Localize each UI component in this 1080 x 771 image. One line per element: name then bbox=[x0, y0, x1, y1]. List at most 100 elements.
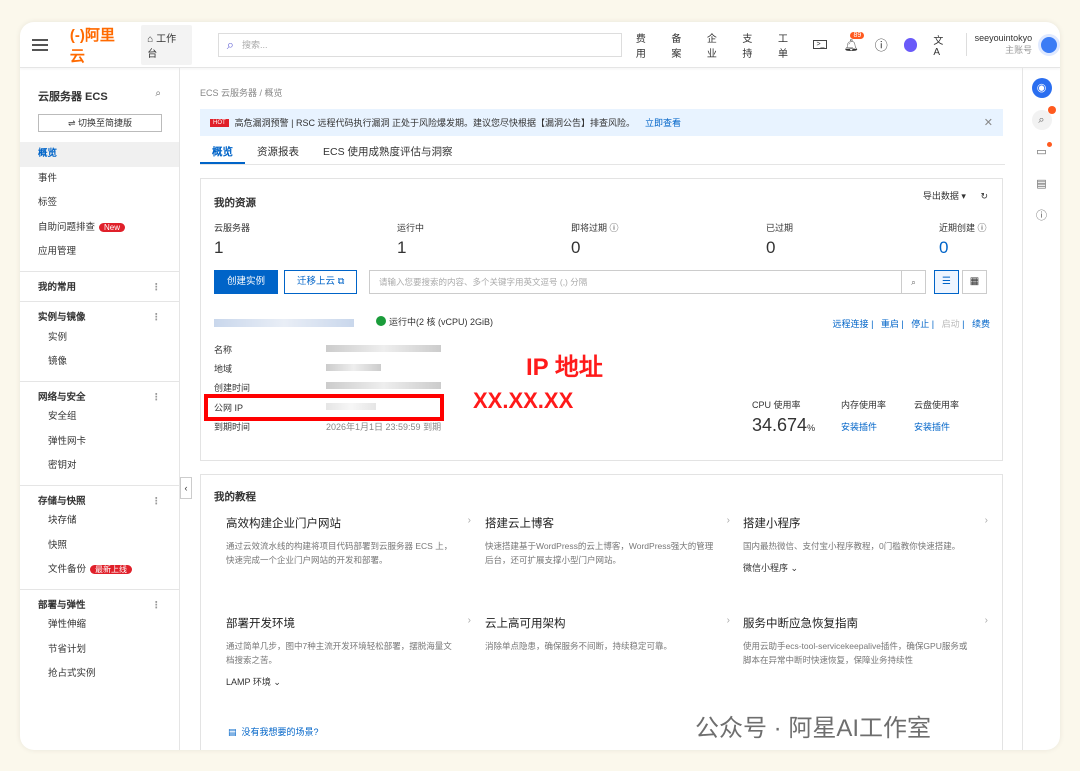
restart-link[interactable]: 重启 bbox=[881, 319, 899, 329]
search-icon[interactable]: ⌕ bbox=[1031, 106, 1056, 130]
tutorial-card[interactable]: 云上高可用架构 › 消除单点隐患，确保服务不间断，持续稳定可靠。 bbox=[485, 615, 745, 653]
install-plugin-link[interactable]: 安装插件 bbox=[841, 420, 886, 433]
help-icon[interactable]: ⓘ bbox=[1032, 206, 1052, 226]
close-icon[interactable]: ✕ bbox=[984, 116, 993, 129]
sidebar-item[interactable]: 部署与弹性 ⋮ bbox=[20, 588, 179, 614]
sidebar-item[interactable]: 自助问题排查 New bbox=[20, 216, 179, 241]
stat-expiring[interactable]: 即将过期 ⓘ 0 bbox=[571, 221, 619, 258]
create-instance-button[interactable]: 创建实例 bbox=[214, 270, 279, 294]
stat-expired[interactable]: 已过期 0 bbox=[766, 221, 793, 258]
aliyun-logo[interactable]: (-)阿里云 bbox=[70, 24, 129, 66]
tutorial-card[interactable]: 高效构建企业门户网站 › 通过云效流水线的构建将项目代码部署到云服务器 ECS 上，… bbox=[226, 515, 486, 567]
alert-link[interactable]: 立即查看 bbox=[645, 116, 681, 129]
switch-simple-button[interactable]: ⇌ 切换至简捷版 bbox=[38, 114, 162, 132]
sidebar-item-label: 节省计划 bbox=[48, 643, 87, 655]
sidebar-item[interactable]: 实例 bbox=[20, 326, 179, 351]
install-plugin-link[interactable]: 安装插件 bbox=[914, 420, 959, 433]
stat-running[interactable]: 运行中 1 bbox=[397, 221, 424, 258]
workbench-button[interactable]: ⌂ 工作台 bbox=[141, 24, 192, 65]
sidebar-item[interactable]: 概览 bbox=[20, 142, 179, 167]
sidebar-item[interactable]: 事件 bbox=[20, 167, 179, 192]
language-icon[interactable]: 文A bbox=[933, 32, 949, 58]
instance-search-input[interactable]: 请输入您要搜索的内容、多个关键字用英文逗号 (,) 分隔 ⌕ bbox=[369, 270, 926, 294]
list-icon[interactable]: ▤ bbox=[1032, 174, 1052, 194]
annotation-title: IP 地址 bbox=[526, 354, 603, 381]
bell-icon[interactable]: 🔔︎ 89 bbox=[843, 31, 865, 52]
breadcrumb: ECS 云服务器 / 概览 bbox=[200, 88, 283, 98]
terminal-icon[interactable]: >_ bbox=[813, 40, 828, 49]
instance-id-redacted[interactable] bbox=[214, 319, 354, 327]
sidebar-item[interactable]: 存储与快照 ⋮ bbox=[20, 484, 179, 510]
stop-link[interactable]: 停止 bbox=[911, 319, 929, 329]
stat-label: 云服务器 bbox=[214, 223, 251, 233]
tutorial-card[interactable]: 搭建云上博客 › 快速搭建基于WordPress的云上博客，WordPress强大的… bbox=[485, 515, 745, 567]
book-icon[interactable]: ▭ bbox=[1032, 142, 1052, 162]
tab-maturity[interactable]: ECS 使用成熟度评估与洞察 bbox=[311, 142, 465, 164]
global-search-input[interactable]: ⌕ 搜索... bbox=[217, 32, 622, 57]
export-button[interactable]: 导出数据 ▾ ↻ bbox=[923, 189, 988, 202]
migrate-button[interactable]: 迁移上云 ⧉ bbox=[284, 270, 358, 294]
remote-connect-link[interactable]: 远程连接 bbox=[833, 319, 869, 329]
user-menu[interactable]: seeyouintokyo 主账号 bbox=[965, 33, 1033, 56]
sidebar-item-label: 应用管理 bbox=[38, 246, 77, 257]
my-resources-card: 我的资源 导出数据 ▾ ↻ 云服务器 1 运行中 1 即将过期 ⓘ 0 已过期 0 近期… bbox=[200, 178, 1003, 461]
refresh-icon[interactable]: ↻ bbox=[980, 191, 988, 201]
sidebar-item[interactable]: 标签 bbox=[20, 191, 179, 216]
sidebar-item[interactable]: 文件备份 最新上线 bbox=[20, 558, 179, 583]
stat-label: 近期创建 ⓘ bbox=[939, 223, 987, 233]
search-placeholder: 请输入您要搜索的内容、多个关键字用英文逗号 (,) 分隔 bbox=[379, 277, 588, 287]
renew-link[interactable]: 续费 bbox=[972, 319, 990, 329]
tutorial-card[interactable]: 服务中断应急恢复指南 › 使用云助手ecs-tool-servicekeepaliv… bbox=[743, 615, 1003, 667]
assistant-robot-icon[interactable]: ◉ bbox=[1031, 78, 1052, 98]
grid-view-icon[interactable]: ▦ bbox=[962, 270, 987, 294]
nav-enterprise[interactable]: 企业 bbox=[707, 30, 727, 60]
help-icon[interactable]: ⓘ bbox=[875, 35, 888, 54]
sidebar-item[interactable]: 密钥对 bbox=[20, 454, 179, 479]
cpu-unit: % bbox=[807, 423, 816, 433]
sidebar-item-label: 标签 bbox=[38, 197, 58, 208]
sidebar-item[interactable]: 实例与镜像 ⋮ bbox=[20, 301, 179, 326]
stat-recent[interactable]: 近期创建 ⓘ 0 bbox=[939, 221, 987, 258]
stat-total[interactable]: 云服务器 1 bbox=[214, 221, 250, 258]
sidebar-item[interactable]: 块存储 bbox=[20, 509, 179, 534]
sidebar-item[interactable]: 应用管理 bbox=[20, 240, 179, 265]
workbench-label: 工作台 bbox=[147, 33, 177, 60]
search-placeholder: 搜索... bbox=[241, 40, 268, 50]
tutorial-option-dropdown[interactable]: LAMP 环境 ⌄ bbox=[226, 675, 486, 688]
start-link[interactable]: 启动 bbox=[942, 319, 960, 329]
username: seeyouintokyo bbox=[974, 33, 1033, 43]
sidebar-item[interactable]: 抢占式实例 bbox=[20, 662, 179, 687]
tab-overview[interactable]: 概览 bbox=[200, 142, 245, 164]
chevron-right-icon: › bbox=[726, 515, 730, 526]
tutorial-desc: 使用云助手ecs-tool-servicekeepalive插件，确保GPU服务… bbox=[743, 641, 968, 665]
nav-ticket[interactable]: 工单 bbox=[778, 30, 798, 60]
more-icon[interactable]: ⋮ bbox=[152, 276, 162, 301]
menu-icon[interactable] bbox=[32, 38, 48, 51]
tab-reports[interactable]: 资源报表 bbox=[245, 142, 311, 164]
sidebar-item[interactable]: 快照 bbox=[20, 534, 179, 559]
mem-label: 内存使用率 bbox=[841, 400, 887, 410]
tutorial-option-dropdown[interactable]: 微信小程序 ⌄ bbox=[743, 561, 1003, 574]
ai-assistant-icon[interactable] bbox=[903, 37, 918, 52]
sidebar-search-icon[interactable]: ⌕ bbox=[155, 88, 161, 99]
tutorial-card[interactable]: 部署开发环境 › 通过简单几步，图中7种主流开发环境轻松部署，摆脱海量文档搜索之苦。… bbox=[226, 615, 486, 688]
tutorial-card[interactable]: 搭建小程序 › 国内最热微信、支付宝小程序教程，0门槛教你快速搭建。 微信小程序 ⌄ bbox=[743, 515, 1003, 574]
chevron-right-icon: › bbox=[467, 615, 471, 626]
sidebar-item[interactable]: 我的常用 ⋮ bbox=[20, 270, 179, 296]
sidebar-item[interactable]: 网络与安全 ⋮ bbox=[20, 380, 179, 406]
sidebar-item[interactable]: 弹性伸缩 bbox=[20, 613, 179, 638]
stat-value: 0 bbox=[766, 238, 776, 257]
sidebar-item[interactable]: 安全组 bbox=[20, 405, 179, 430]
sidebar-item[interactable]: 镜像 bbox=[20, 350, 179, 375]
list-view-icon[interactable]: ☰ bbox=[934, 270, 959, 294]
avatar[interactable] bbox=[1038, 33, 1060, 56]
nav-fees[interactable]: 费用 bbox=[636, 30, 656, 60]
sidebar-item[interactable]: 弹性网卡 bbox=[20, 430, 179, 455]
field-created-label: 创建时间 bbox=[214, 383, 251, 393]
search-icon[interactable]: ⌕ bbox=[901, 271, 925, 293]
feedback-link[interactable]: ▤ 没有我想要的场景? bbox=[228, 725, 319, 738]
nav-filing[interactable]: 备案 bbox=[671, 30, 691, 60]
sidebar-item[interactable]: 节省计划 bbox=[20, 638, 179, 663]
collapse-sidebar-button[interactable]: ‹ bbox=[180, 477, 192, 499]
nav-support[interactable]: 支持 bbox=[742, 30, 762, 60]
